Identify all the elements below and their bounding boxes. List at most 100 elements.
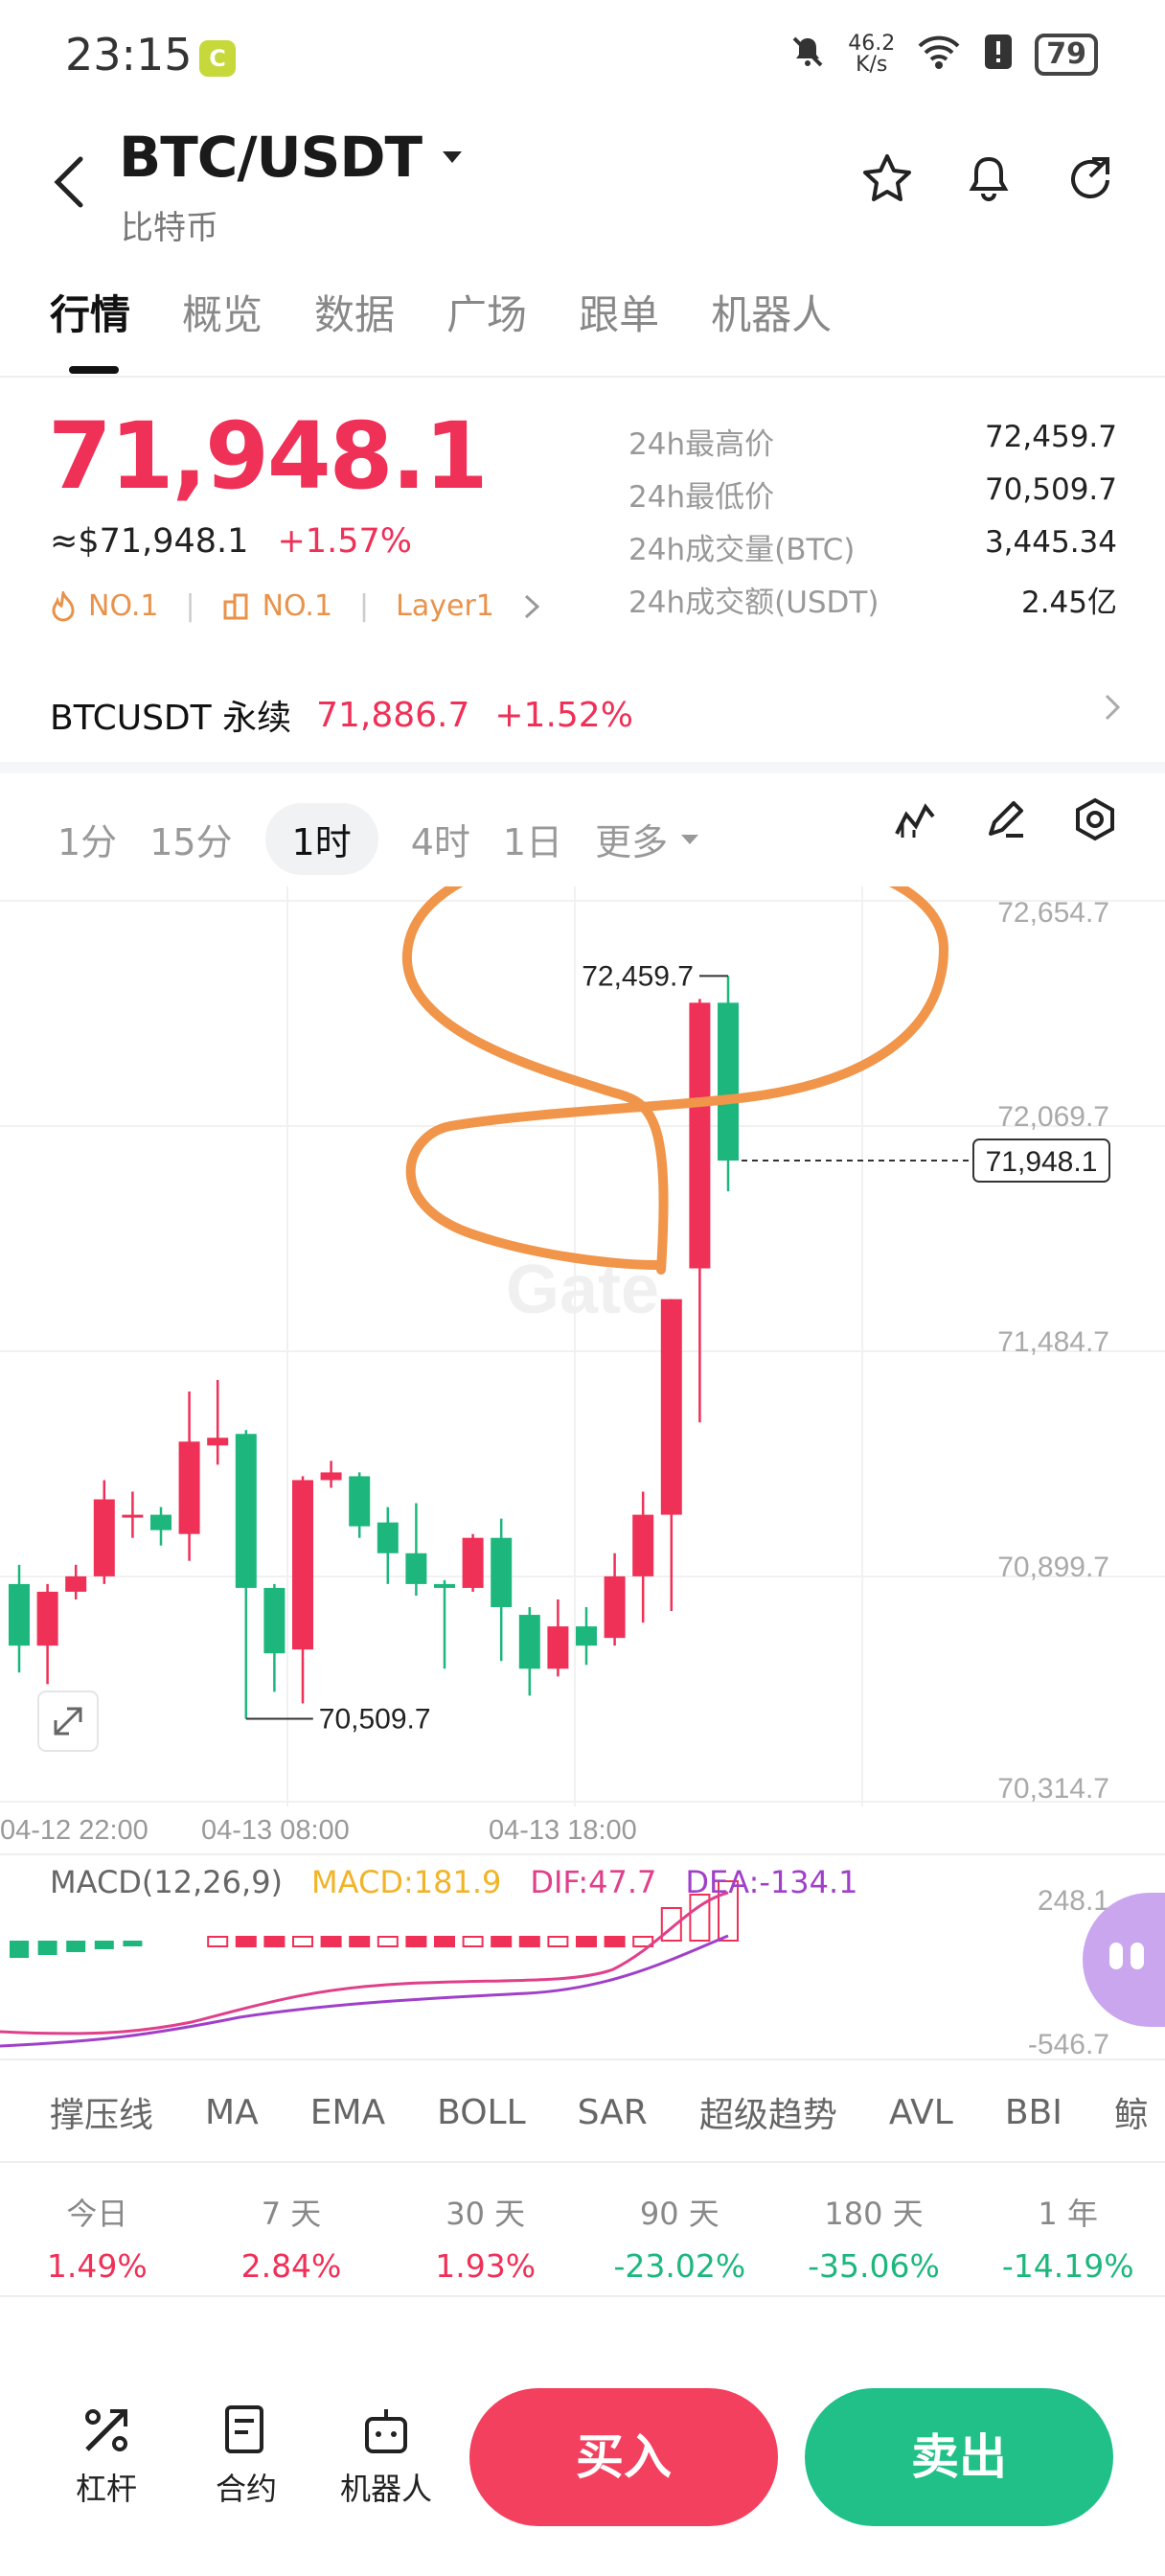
candle-body: [65, 1576, 87, 1592]
macd-bar: [604, 1936, 626, 1947]
y-tick-label: 72,654.7: [997, 897, 1109, 929]
wifi-icon: [916, 33, 962, 77]
rank-tags[interactable]: NO.1 | NO.1 | Layer1: [50, 589, 542, 623]
tab-data[interactable]: 数据: [314, 283, 395, 341]
tab-overview[interactable]: 概览: [182, 283, 263, 341]
indicator-avl[interactable]: AVL: [889, 2093, 953, 2132]
macd-bar: [320, 1936, 342, 1947]
macd-bar: [10, 1941, 29, 1958]
bottom-bar: 杠杆 合约 机器人 买入 卖出: [0, 2358, 1165, 2576]
indicator-more[interactable]: 鲸: [1114, 2087, 1149, 2137]
indicator-sar[interactable]: SAR: [578, 2093, 648, 2132]
macd-top-label: 248.1: [1038, 1885, 1109, 1917]
indicator-supertrend[interactable]: 超级趋势: [699, 2087, 837, 2137]
section-gap: [0, 762, 1165, 773]
macd-title: MACD(12,26,9): [50, 1864, 284, 1900]
candle-body: [93, 1499, 115, 1576]
candle-body: [263, 1587, 286, 1654]
indicator-boll[interactable]: BOLL: [437, 2093, 526, 2132]
macd-bar: [462, 1936, 484, 1947]
dif-value: DIF:47.7: [530, 1864, 657, 1900]
candle-body: [405, 1552, 427, 1584]
macd-bottom-label: -546.7: [1028, 2029, 1109, 2060]
rank-tag-category: Layer1: [396, 589, 494, 623]
chevron-left-icon: [54, 156, 83, 208]
indicator-list: 撑压线 MA EMA BOLL SAR 超级趋势 AVL BBI 鲸: [50, 2087, 1149, 2137]
chevron-right-icon[interactable]: [1102, 690, 1123, 732]
low-label: 70,509.7: [319, 1704, 431, 1736]
contract-icon: [225, 2405, 263, 2453]
star-icon[interactable]: [860, 151, 914, 205]
status-time: 23:15: [65, 29, 193, 80]
macd-bar: [263, 1936, 286, 1947]
sell-button[interactable]: 卖出: [805, 2388, 1113, 2526]
settings-icon[interactable]: [1073, 797, 1117, 845]
tab-square[interactable]: 广场: [446, 283, 527, 341]
y-tick-label: 70,899.7: [997, 1552, 1109, 1583]
candle-body: [150, 1514, 171, 1530]
candlestick-chart[interactable]: 72,654.7 72,069.7 71,484.7 70,899.7 70,314.7…: [0, 886, 1165, 2084]
indicator-ma[interactable]: MA: [205, 2093, 259, 2132]
macd-bar: [377, 1936, 399, 1947]
buy-button[interactable]: 买入: [469, 2388, 778, 2526]
pair-selector[interactable]: BTC/USDT: [119, 125, 471, 190]
alert-icon: [983, 33, 1014, 77]
perf-180d: 180 天 -35.06%: [808, 2196, 940, 2285]
nav-leverage[interactable]: 杠杆: [54, 2396, 159, 2509]
indicator-icon[interactable]: [893, 797, 937, 845]
perf-7d: 7 天 2.84%: [240, 2196, 342, 2285]
macd-bar: [547, 1936, 569, 1947]
share-icon[interactable]: [1063, 151, 1117, 205]
x-tick-label: 04-13 18:00: [489, 1815, 637, 1846]
rank-tag-hot: NO.1: [88, 589, 159, 623]
x-tick-label: 04-12 22:00: [0, 1815, 148, 1846]
divider: [0, 376, 1165, 378]
tab-robot[interactable]: 机器人: [711, 283, 832, 341]
back-button[interactable]: [50, 153, 88, 224]
perf-1y: 1 年 -14.19%: [1001, 2196, 1134, 2285]
macd-bar: [66, 1941, 86, 1952]
candle-body: [604, 1576, 626, 1639]
candle-body: [632, 1514, 654, 1576]
candle-body: [718, 1002, 739, 1162]
price-change: +1.57%: [277, 522, 412, 561]
tab-copy-trade[interactable]: 跟单: [579, 283, 659, 341]
indicator-ema[interactable]: EMA: [310, 2093, 385, 2132]
usd-price: ≈$71,948.1: [50, 522, 249, 561]
x-tick-label: 04-13 08:00: [201, 1815, 350, 1846]
candle-body: [660, 1299, 682, 1515]
candle-body: [36, 1591, 58, 1646]
macd-bar: [576, 1936, 597, 1947]
macd-value: MACD:181.9: [311, 1864, 502, 1900]
candle-body: [576, 1626, 597, 1646]
perf-today: 今日 1.49%: [46, 2196, 148, 2285]
interval-selector: 1分 15分 1时 4时 1日 更多: [57, 803, 704, 875]
candle-body: [462, 1537, 484, 1588]
y-tick-label: 72,069.7: [997, 1101, 1109, 1133]
perpetual-row[interactable]: BTCUSDT 永续 71,886.7 +1.52%: [50, 690, 633, 740]
nav-contract[interactable]: 合约: [194, 2396, 299, 2509]
interval-1m[interactable]: 1分: [57, 813, 117, 865]
interval-1d[interactable]: 1日: [503, 813, 562, 865]
battery-indicator: 79: [1035, 34, 1098, 76]
last-price-label: 71,948.1: [986, 1146, 1098, 1178]
indicator-bbi[interactable]: BBI: [1005, 2093, 1062, 2132]
candle-body: [207, 1438, 229, 1446]
nav-robot[interactable]: 机器人: [333, 2396, 439, 2509]
candle-body: [689, 1002, 711, 1269]
tab-market[interactable]: 行情: [50, 283, 130, 341]
macd-bar: [405, 1936, 427, 1947]
interval-15m[interactable]: 15分: [149, 813, 232, 865]
interval-more[interactable]: 更多: [595, 813, 704, 865]
draw-icon[interactable]: [983, 797, 1027, 845]
interval-4h[interactable]: 4时: [411, 813, 470, 865]
stat-value: 2.45亿: [1020, 586, 1117, 620]
high-label: 72,459.7: [582, 960, 694, 992]
candle-body: [320, 1472, 342, 1481]
indicator-support[interactable]: 撑压线: [50, 2087, 153, 2137]
dea-value: DEA:-134.1: [685, 1864, 858, 1900]
chart-tools: [893, 797, 1117, 845]
interval-1h[interactable]: 1时: [264, 803, 378, 875]
bell-icon[interactable]: [962, 151, 1016, 205]
candle-body: [434, 1583, 455, 1588]
